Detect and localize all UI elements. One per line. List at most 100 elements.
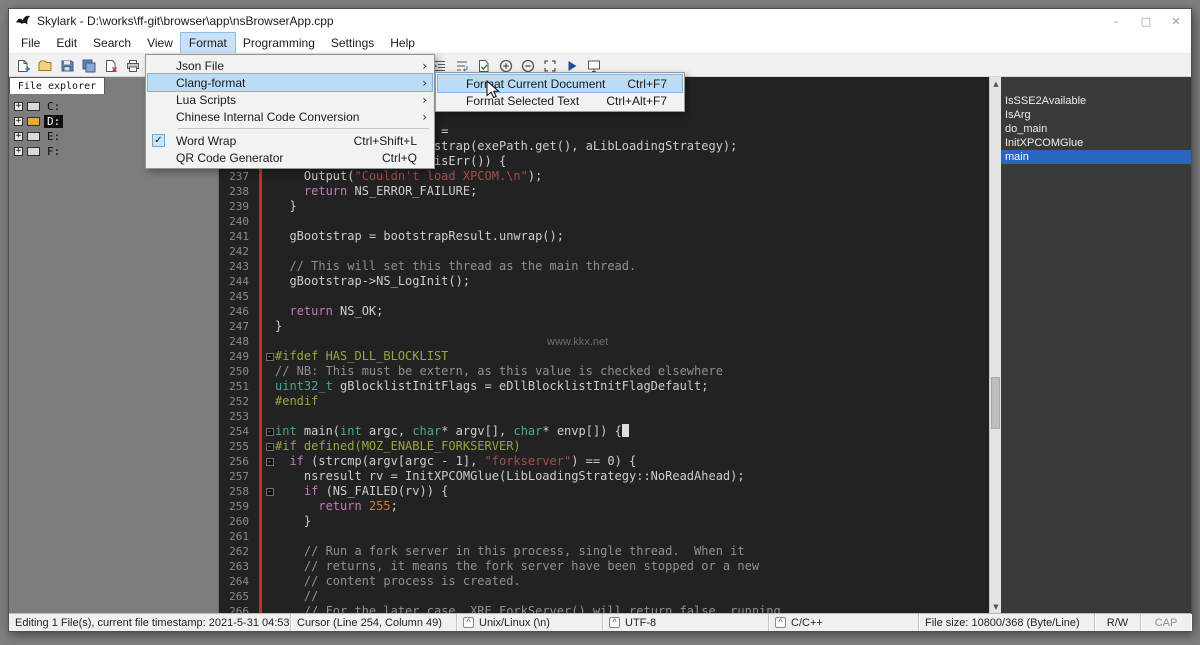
menu-edit[interactable]: Edit	[48, 33, 85, 53]
fold-margin	[264, 589, 275, 604]
scroll-up-icon[interactable]: ▲	[990, 77, 1002, 90]
minimize-icon[interactable]: –	[1101, 9, 1131, 33]
print-icon[interactable]	[123, 56, 143, 76]
expander-icon[interactable]: +	[14, 147, 23, 156]
code-line: 260 }	[219, 514, 989, 529]
change-marker	[259, 484, 264, 499]
open-folder-icon[interactable]	[35, 56, 55, 76]
code-text: }	[275, 199, 297, 213]
close-icon[interactable]: ✕	[1161, 9, 1191, 33]
symbol-do-main[interactable]: do_main	[1001, 122, 1191, 136]
menu-shortcut: Ctrl+F7	[627, 76, 667, 91]
fold-margin	[264, 544, 275, 559]
save-icon[interactable]	[57, 56, 77, 76]
submenu-arrow-icon: ›	[422, 75, 427, 90]
menu-programming[interactable]: Programming	[235, 33, 323, 53]
menu-item-chinese-internal-code-conversion[interactable]: Chinese Internal Code Conversion ›	[148, 108, 432, 125]
line-number: 264	[229, 575, 249, 588]
watermark: www.kkx.net	[547, 336, 609, 348]
menu-item-word-wrap[interactable]: ✓ Word Wrap Ctrl+Shift+L	[148, 132, 432, 149]
menu-format[interactable]: Format	[179, 32, 236, 54]
code-line: 245	[219, 289, 989, 304]
status-bar: Editing 1 File(s), current file timestam…	[9, 613, 1191, 631]
symbol-main[interactable]: main	[1001, 150, 1191, 164]
code-text: return NS_OK;	[289, 304, 384, 318]
expander-icon[interactable]: +	[14, 117, 23, 126]
code-text: // returns, it means the fork server hav…	[303, 559, 760, 573]
code-line: 253	[219, 409, 989, 424]
status-text: UTF-8	[625, 616, 657, 629]
menu-item-format-selected-text[interactable]: Format Selected Text Ctrl+Alt+F7	[438, 92, 682, 109]
menu-item-lua-scripts[interactable]: Lua Scripts ›	[148, 91, 432, 108]
status-text: File size: 10800/368 (Byte/Line)	[925, 616, 1080, 629]
menu-help[interactable]: Help	[382, 33, 423, 53]
change-marker	[259, 439, 264, 454]
code-line: 246 return NS_OK;	[219, 304, 989, 319]
line-number: 238	[229, 185, 249, 198]
fold-collapse-icon[interactable]: -	[265, 427, 274, 436]
menu-shortcut: Ctrl+Shift+L	[353, 133, 417, 148]
mouse-cursor	[486, 79, 500, 105]
maximize-icon[interactable]: □	[1131, 9, 1161, 33]
symbol-issse2available[interactable]: IsSSE2Available	[1001, 94, 1191, 108]
change-marker	[259, 394, 264, 409]
code-line: 241 gBootstrap = bootstrapResult.unwrap(…	[219, 229, 989, 244]
menu-item-clang-format[interactable]: Clang-format ›	[147, 73, 433, 92]
new-file-icon[interactable]	[13, 56, 33, 76]
scroll-down-icon[interactable]: ▼	[990, 600, 1002, 613]
code-line: 255 - #if defined(MOZ_ENABLE_FORKSERVER)	[219, 439, 989, 454]
menu-separator	[178, 128, 429, 129]
change-marker	[259, 289, 264, 304]
menu-item-json-file[interactable]: Json File ›	[148, 57, 432, 74]
code-text: Output("Couldn't load XPCOM.\n");	[275, 169, 543, 183]
tab-file-explorer[interactable]: File explorer	[9, 77, 105, 94]
status-cap: CAP	[1141, 614, 1191, 631]
drive-icon	[27, 147, 40, 156]
submenu-arrow-icon: ›	[422, 92, 427, 107]
symbol-initxpcomglue[interactable]: InitXPCOMGlue	[1001, 136, 1191, 150]
code-text: return NS_ERROR_FAILURE;	[303, 184, 478, 198]
fold-collapse-icon[interactable]: -	[265, 457, 274, 466]
menu-gutter	[152, 110, 165, 123]
fold-margin	[264, 379, 275, 394]
menu-search[interactable]: Search	[85, 33, 139, 53]
save-all-icon[interactable]	[79, 56, 99, 76]
line-number: 248	[229, 335, 249, 348]
expander-icon[interactable]: +	[14, 132, 23, 141]
menu-item-format-current-document[interactable]: Format Current Document Ctrl+F7	[437, 74, 683, 93]
vscroll-thumb[interactable]	[991, 377, 1000, 429]
line-number: 243	[229, 260, 249, 273]
window-title: Skylark - D:\works\ff-git\browser\app\ns…	[37, 14, 334, 28]
menu-view[interactable]: View	[139, 33, 181, 53]
expander-icon[interactable]: +	[14, 102, 23, 111]
code-line: 262 // Run a fork server in this process…	[219, 544, 989, 559]
line-number: 256	[229, 455, 249, 468]
line-number: 241	[229, 230, 249, 243]
fold-collapse-icon[interactable]: -	[265, 442, 274, 451]
code-line: 258 - if (NS_FAILED(rv)) {	[219, 484, 989, 499]
code-text: gBootstrap->NS_LogInit();	[275, 274, 471, 288]
eol-convert-icon[interactable]: ^	[463, 617, 474, 628]
encoding-convert-icon[interactable]: ^	[609, 617, 620, 628]
menu-settings[interactable]: Settings	[323, 33, 382, 53]
menu-file[interactable]: File	[13, 33, 48, 53]
vertical-scrollbar[interactable]: ▲ ▼	[989, 77, 1001, 613]
fold-collapse-icon[interactable]: -	[265, 487, 274, 496]
status-editing-1-file-s-current-file-timestamp-2021-5-31-04-53-45: Editing 1 File(s), current file timestam…	[9, 614, 291, 631]
code-line: 243 // This will set this thread as the …	[219, 259, 989, 274]
toolbar-left	[13, 55, 143, 77]
change-marker	[259, 169, 264, 184]
fold-margin: -	[264, 424, 275, 439]
fold-margin	[264, 184, 275, 199]
close-file-icon[interactable]	[101, 56, 121, 76]
symbol-isarg[interactable]: IsArg	[1001, 108, 1191, 122]
fold-collapse-icon[interactable]: -	[265, 352, 274, 361]
fold-margin	[264, 244, 275, 259]
fold-margin	[264, 214, 275, 229]
menu-item-qr-code-generator[interactable]: QR Code Generator Ctrl+Q	[148, 149, 432, 166]
language-convert-icon[interactable]: ^	[775, 617, 786, 628]
